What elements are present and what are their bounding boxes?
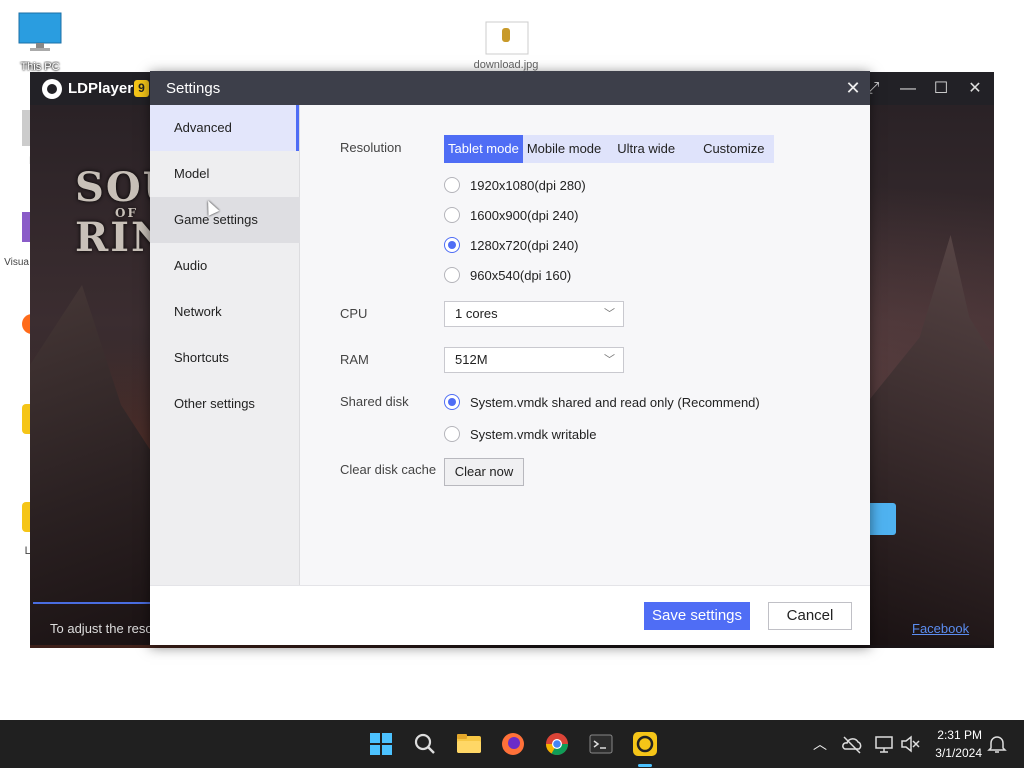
- clock-date[interactable]: 3/1/2024: [926, 746, 982, 760]
- tab-mobile-mode[interactable]: Mobile mode: [523, 135, 605, 163]
- cancel-button[interactable]: Cancel: [768, 602, 852, 630]
- sidebar-item-model[interactable]: Model: [150, 151, 300, 197]
- chevron-down-icon: ﹀: [604, 308, 615, 320]
- dialog-footer: Save settings Cancel: [150, 585, 870, 645]
- network-icon[interactable]: [872, 732, 896, 756]
- active-app-indicator: [638, 764, 652, 767]
- search-icon[interactable]: [411, 730, 439, 758]
- background-mountain: [30, 285, 160, 645]
- clear-now-button[interactable]: Clear now: [444, 458, 524, 486]
- radio-button-selected[interactable]: [444, 394, 460, 410]
- onedrive-icon[interactable]: [840, 732, 864, 756]
- chevron-down-icon: ﹀: [604, 354, 615, 366]
- bottom-hint-text: To adjust the reso: [50, 621, 153, 636]
- shared-disk-label: Shared disk: [340, 394, 409, 409]
- desktop-icon-this-pc[interactable]: This PC: [0, 12, 80, 73]
- resolution-option-1280x720[interactable]: 1280x720(dpi 240): [444, 235, 578, 255]
- clear-cache-label: Clear disk cache: [340, 462, 437, 477]
- taskbar: ︿ 2:31 PM 3/1/2024: [0, 720, 1024, 768]
- resolution-option-label: 1280x720(dpi 240): [470, 237, 579, 253]
- game-action-button[interactable]: [870, 503, 896, 535]
- cpu-label: CPU: [340, 306, 368, 321]
- close-window-icon[interactable]: ✕: [964, 78, 986, 100]
- resolution-option-label: 960x540(dpi 160): [470, 267, 572, 283]
- ram-label: RAM: [340, 352, 369, 367]
- minimize-icon[interactable]: —: [897, 78, 919, 100]
- chrome-icon[interactable]: [543, 730, 571, 758]
- sidebar-item-audio[interactable]: Audio: [150, 243, 300, 289]
- cpu-select[interactable]: 1 cores ﹀: [444, 301, 624, 327]
- desktop-icon-download[interactable]: download.jpg: [466, 20, 546, 71]
- resolution-option-960x540[interactable]: 960x540(dpi 160): [444, 265, 571, 285]
- facebook-link[interactable]: Facebook: [912, 621, 969, 636]
- radio-button[interactable]: [444, 426, 460, 442]
- shared-disk-option-label: System.vmdk shared and read only (Recomm…: [470, 394, 760, 410]
- desktop-label: download.jpg: [473, 59, 539, 71]
- ram-select-value: 512M: [455, 352, 488, 367]
- dialog-title: Settings: [166, 80, 221, 97]
- file-explorer-icon[interactable]: [455, 730, 483, 758]
- tab-tablet-mode[interactable]: Tablet mode: [444, 135, 523, 163]
- ldplayer-icon[interactable]: [631, 730, 659, 758]
- monitor-icon: [18, 12, 62, 51]
- volume-muted-icon[interactable]: [898, 732, 922, 756]
- chevron-up-icon[interactable]: ︿: [813, 734, 827, 754]
- ldplayer-version-badge: 9: [134, 80, 149, 97]
- resolution-option-label: 1920x1080(dpi 280): [470, 177, 586, 193]
- shared-disk-option-writable[interactable]: System.vmdk writable: [444, 424, 596, 444]
- clock-time[interactable]: 2:31 PM: [932, 728, 982, 742]
- settings-sidebar: Advanced Model Game settings Audio Netwo…: [150, 105, 300, 585]
- notification-bell-icon[interactable]: [986, 733, 1008, 755]
- sidebar-item-advanced[interactable]: Advanced: [150, 105, 299, 151]
- background-mountain: [870, 235, 994, 645]
- radio-button-selected[interactable]: [444, 237, 460, 253]
- save-settings-button[interactable]: Save settings: [644, 602, 750, 630]
- resolution-option-1920x1080[interactable]: 1920x1080(dpi 280): [444, 175, 586, 195]
- resolution-label: Resolution: [340, 140, 402, 155]
- sidebar-item-other-settings[interactable]: Other settings: [150, 381, 300, 427]
- sidebar-item-game-settings[interactable]: Game settings: [150, 197, 300, 243]
- start-icon[interactable]: [367, 730, 395, 758]
- loading-progress-bar: [33, 602, 150, 604]
- shared-disk-option-read-only[interactable]: System.vmdk shared and read only (Recomm…: [444, 392, 760, 412]
- resolution-mode-tabs: Tablet mode Mobile mode Ultra wide Custo…: [444, 135, 775, 163]
- tab-ultra-wide[interactable]: Ultra wide: [605, 135, 687, 163]
- radio-button[interactable]: [444, 207, 460, 223]
- sidebar-item-network[interactable]: Network: [150, 289, 300, 335]
- shared-disk-option-label: System.vmdk writable: [470, 426, 597, 442]
- ram-select[interactable]: 512M ﹀: [444, 347, 624, 373]
- radio-button[interactable]: [444, 177, 460, 193]
- ldplayer-title: LDPlayer: [68, 80, 134, 97]
- image-file-icon: [485, 21, 529, 55]
- terminal-icon[interactable]: [587, 730, 615, 758]
- sidebar-item-shortcuts[interactable]: Shortcuts: [150, 335, 300, 381]
- radio-button[interactable]: [444, 267, 460, 283]
- firefox-icon[interactable]: [499, 730, 527, 758]
- cpu-select-value: 1 cores: [455, 306, 498, 321]
- settings-content: Resolution Tablet mode Mobile mode Ultra…: [300, 105, 870, 585]
- tab-customize[interactable]: Customize: [687, 135, 774, 163]
- close-icon[interactable]: ✕: [843, 77, 863, 99]
- dialog-header: Settings ✕: [150, 71, 870, 105]
- settings-dialog: Settings ✕ Advanced Model Game settings …: [150, 71, 870, 645]
- ldplayer-logo-icon: [42, 79, 62, 99]
- resolution-option-1600x900[interactable]: 1600x900(dpi 240): [444, 205, 578, 225]
- resolution-option-label: 1600x900(dpi 240): [470, 207, 579, 223]
- maximize-icon[interactable]: ☐: [930, 78, 952, 100]
